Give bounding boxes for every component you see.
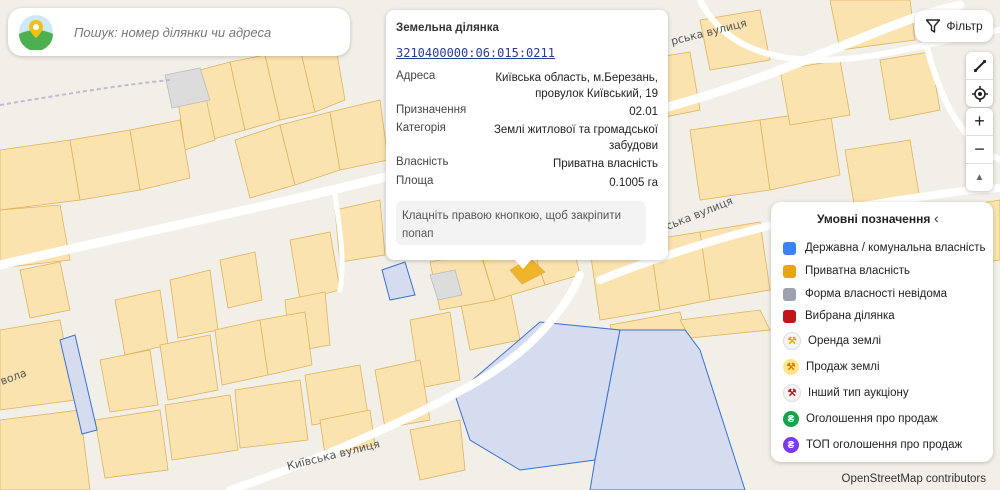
ownership-row: Власність Приватна власність [396, 156, 658, 174]
legend-label: Форма власності невідома [805, 288, 948, 300]
legend-swatch [783, 241, 796, 255]
filter-icon [926, 19, 941, 33]
map-tools [966, 52, 993, 107]
hammer-icon: ⚒ [783, 384, 801, 402]
purpose-label: Призначення [396, 104, 467, 116]
legend-item-state: Державна / комунальна власність [783, 238, 985, 258]
category-row: Категорія Землі житлової та громадської … [396, 122, 658, 156]
legend-item-selected: Вибрана ділянка [783, 306, 895, 326]
legend-swatch [783, 287, 796, 301]
legend-title: Умовні позначення [817, 212, 931, 226]
legend-item-lease: ⚒ Оренда землі [783, 331, 881, 351]
hryvnia-icon: ₴ [783, 411, 799, 427]
compass-button[interactable]: ▲ [966, 164, 993, 191]
parcel-popup: Земельна ділянка 3210400000:06:015:0211 … [386, 10, 668, 260]
search-input[interactable] [72, 23, 336, 41]
hryvnia-icon: ₴ [783, 437, 799, 453]
purpose-row: Призначення 02.01 [396, 104, 658, 122]
legend-item-other-auction: ⚒ Інший тип аукціону [783, 383, 909, 403]
category-label: Категорія [396, 122, 446, 134]
zoom-out-button[interactable]: − [966, 136, 993, 164]
zoom-controls: + − ▲ [966, 108, 993, 191]
address-value: Київська область, м.Березань, провулок К… [495, 72, 658, 100]
legend-item-sale-ad: ₴ Оголошення про продаж [783, 409, 938, 429]
ruler-icon [973, 59, 986, 72]
pin-hint: Клацніть правою кнопкою, щоб закріпити п… [396, 201, 646, 245]
popup-pointer [514, 259, 532, 269]
filter-label: Фільтр [946, 19, 983, 33]
legend-label: Оголошення про продаж [806, 413, 938, 425]
legend-label: Продаж землі [806, 361, 880, 373]
app-logo-icon [19, 15, 53, 50]
legend-item-top-ad: ₴ ТОП оголошення про продаж [783, 435, 962, 455]
area-value: 0.1005 га [609, 177, 658, 189]
legend-swatch [783, 264, 796, 278]
hammer-icon: ⚒ [783, 332, 801, 350]
legend-label: Оренда землі [808, 335, 882, 347]
legend-label: Приватна власність [805, 265, 911, 277]
map-attribution[interactable]: OpenStreetMap contributors [842, 473, 986, 485]
purpose-value: 02.01 [629, 106, 658, 118]
area-label: Площа [396, 175, 434, 187]
cadastral-number-link[interactable]: 3210400000:06:015:0211 [396, 46, 555, 60]
hammer-icon: ⚒ [783, 359, 799, 375]
ownership-label: Власність [396, 156, 449, 168]
area-row: Площа 0.1005 га [396, 175, 658, 193]
legend-item-unknown: Форма власності невідома [783, 284, 947, 304]
measure-button[interactable] [966, 52, 993, 80]
address-row: Адреса Київська область, м.Березань, про… [396, 70, 658, 104]
legend-label: Інший тип аукціону [808, 387, 909, 399]
zoom-in-button[interactable]: + [966, 108, 993, 136]
popup-title: Земельна ділянка [396, 22, 499, 34]
category-value: Землі житлової та громадської забудови [493, 124, 658, 152]
search-box[interactable] [8, 8, 350, 56]
legend-label: Державна / комунальна власність [805, 242, 986, 254]
legend-item-private: Приватна власність [783, 261, 910, 281]
address-label: Адреса [396, 70, 436, 82]
filter-button[interactable]: Фільтр [915, 10, 993, 42]
locate-button[interactable] [966, 80, 993, 107]
ownership-value: Приватна власність [552, 158, 658, 170]
compass-icon: ▲ [974, 172, 985, 183]
legend-label: Вибрана ділянка [805, 310, 895, 322]
locate-icon [971, 85, 988, 102]
legend-swatch [783, 309, 796, 323]
chevron-left-icon[interactable]: ‹ [934, 210, 939, 226]
legend-label: ТОП оголошення про продаж [806, 439, 963, 451]
legend-item-sale: ⚒ Продаж землі [783, 357, 880, 377]
legend-panel: Умовні позначення ‹ Державна / комунальн… [771, 202, 993, 462]
